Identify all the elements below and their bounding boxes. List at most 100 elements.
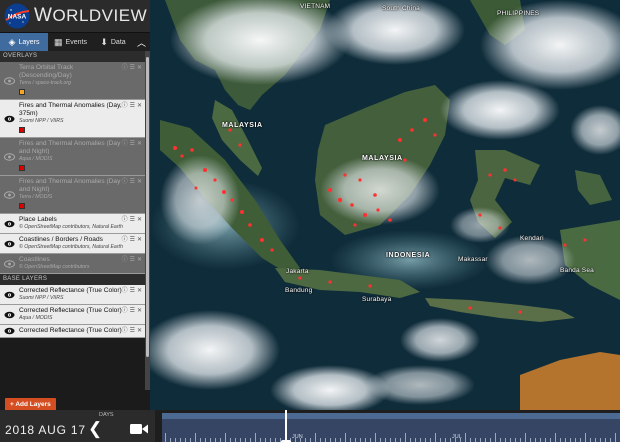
timeline-tick xyxy=(585,433,586,442)
timeline-tick xyxy=(530,438,531,442)
settings-icon[interactable]: ☰ xyxy=(130,103,135,110)
timeline-bar: 2018 AUG 17 DAYS ❮ JUN JUL xyxy=(0,410,620,442)
label-vietnam: VIETNAM xyxy=(300,3,331,10)
info-icon[interactable]: ⓘ xyxy=(122,217,128,224)
add-layers-area: + Add Layers xyxy=(0,390,150,412)
timeline-tick xyxy=(210,438,211,442)
label-philippines: PHILIPPINES xyxy=(497,10,540,17)
layer-controls: ⓘ ☰ ✕ xyxy=(122,103,142,110)
eye-slash-icon[interactable] xyxy=(4,190,15,199)
zoom-level-label[interactable]: DAYS xyxy=(99,412,114,418)
layer-item[interactable]: Corrected Reflectance (True Color) ⓘ ☰ ✕ xyxy=(0,325,145,338)
chevron-left-icon[interactable]: ❮ xyxy=(88,420,102,437)
layer-source: Terra / space-track.org xyxy=(19,80,71,86)
layer-source: © OpenStreetMap contributors xyxy=(19,264,90,270)
eye-slash-icon[interactable] xyxy=(4,76,15,85)
settings-icon[interactable]: ☰ xyxy=(130,288,135,295)
timeline-tick xyxy=(310,438,311,442)
close-icon[interactable]: ✕ xyxy=(137,288,142,295)
info-icon[interactable]: ⓘ xyxy=(122,328,128,335)
settings-icon[interactable]: ☰ xyxy=(130,141,135,148)
timeline-tick xyxy=(270,438,271,442)
timeline-tick xyxy=(465,433,466,442)
timeline-tick xyxy=(345,433,346,442)
video-camera-icon[interactable] xyxy=(130,423,148,435)
settings-icon[interactable]: ☰ xyxy=(130,308,135,315)
timeline-tick xyxy=(565,438,566,442)
layer-item[interactable]: Coastlines © OpenStreetMap contributors … xyxy=(0,254,145,274)
settings-icon[interactable]: ☰ xyxy=(130,328,135,335)
close-icon[interactable]: ✕ xyxy=(137,217,142,224)
settings-icon[interactable]: ☰ xyxy=(130,217,135,224)
info-icon[interactable]: ⓘ xyxy=(122,141,128,148)
timeline-tick xyxy=(395,438,396,442)
timeline-tick xyxy=(325,438,326,442)
close-icon[interactable]: ✕ xyxy=(137,179,142,186)
timeline-tick xyxy=(225,433,226,442)
layer-item[interactable]: Corrected Reflectance (True Color) Aqua … xyxy=(0,305,145,325)
timeline-track[interactable]: JUN JUL xyxy=(162,413,620,442)
info-icon[interactable]: ⓘ xyxy=(122,257,128,264)
layer-item[interactable]: Terra Orbital Track (Descending/Day) Ter… xyxy=(0,62,145,100)
timeline-tick xyxy=(265,438,266,442)
eye-icon[interactable] xyxy=(4,311,15,319)
info-icon[interactable]: ⓘ xyxy=(122,288,128,295)
settings-icon[interactable]: ☰ xyxy=(130,237,135,244)
label-indonesia: INDONESIA xyxy=(386,252,431,259)
timeline-tick xyxy=(185,438,186,442)
eye-icon[interactable] xyxy=(4,291,15,299)
layer-controls: ⓘ ☰ ✕ xyxy=(122,65,142,72)
layers-scrollbar[interactable] xyxy=(145,51,150,390)
nasa-logo-icon[interactable]: NASA xyxy=(4,3,30,29)
timeline-tick xyxy=(460,438,461,442)
timeline-tick xyxy=(535,438,536,442)
layers-list[interactable]: OVERLAYS Terra Orbital Track (Descending… xyxy=(0,51,145,390)
current-date[interactable]: 2018 AUG 17 xyxy=(5,423,86,437)
layer-item[interactable]: Coastlines / Borders / Roads © OpenStree… xyxy=(0,234,145,254)
eye-icon[interactable] xyxy=(4,115,15,123)
settings-icon[interactable]: ☰ xyxy=(130,179,135,186)
layer-item[interactable]: Corrected Reflectance (True Color) Suomi… xyxy=(0,285,145,305)
timeline-tick xyxy=(425,438,426,442)
eye-icon[interactable] xyxy=(4,240,15,248)
collapse-sidebar-button[interactable]: ︿ xyxy=(133,33,150,51)
layers-list-container: OVERLAYS Terra Orbital Track (Descending… xyxy=(0,51,150,390)
timeline-tick xyxy=(575,438,576,442)
eye-slash-icon[interactable] xyxy=(4,152,15,161)
tab-layers[interactable]: ◈ Layers xyxy=(0,33,48,51)
overlays-group-title: OVERLAYS xyxy=(0,51,145,62)
timeline-date-cursor[interactable] xyxy=(285,410,287,442)
close-icon[interactable]: ✕ xyxy=(137,308,142,315)
settings-icon[interactable]: ☰ xyxy=(130,257,135,264)
timeline-tick xyxy=(540,438,541,442)
close-icon[interactable]: ✕ xyxy=(137,328,142,335)
scrollbar-thumb[interactable] xyxy=(146,57,149,357)
close-icon[interactable]: ✕ xyxy=(137,141,142,148)
timeline-tick xyxy=(200,438,201,442)
timeline-tick xyxy=(445,438,446,442)
eye-slash-icon[interactable] xyxy=(4,259,15,268)
layer-item[interactable]: Fires and Thermal Anomalies (Day and Nig… xyxy=(0,138,145,176)
timeline-tick xyxy=(485,438,486,442)
info-icon[interactable]: ⓘ xyxy=(122,237,128,244)
close-icon[interactable]: ✕ xyxy=(137,257,142,264)
tab-data[interactable]: ⬇ Data xyxy=(93,33,133,51)
tab-events[interactable]: ▦ Events xyxy=(48,33,93,51)
info-icon[interactable]: ⓘ xyxy=(122,103,128,110)
close-icon[interactable]: ✕ xyxy=(137,237,142,244)
info-icon[interactable]: ⓘ xyxy=(122,179,128,186)
close-icon[interactable]: ✕ xyxy=(137,65,142,72)
eye-icon[interactable] xyxy=(4,220,15,228)
eye-icon[interactable] xyxy=(4,327,15,335)
layer-item[interactable]: Fires and Thermal Anomalies (Day and Nig… xyxy=(0,176,145,214)
info-icon[interactable]: ⓘ xyxy=(122,308,128,315)
timeline-tick xyxy=(505,438,506,442)
layer-item[interactable]: Place Labels © OpenStreetMap contributor… xyxy=(0,214,145,234)
settings-icon[interactable]: ☰ xyxy=(130,65,135,72)
info-icon[interactable]: ⓘ xyxy=(122,65,128,72)
timeline-tick xyxy=(605,438,606,442)
close-icon[interactable]: ✕ xyxy=(137,103,142,110)
timeline-tick xyxy=(580,438,581,442)
layer-item[interactable]: Fires and Thermal Anomalies (Day, 375m) … xyxy=(0,100,145,138)
timeline-tick xyxy=(415,438,416,442)
